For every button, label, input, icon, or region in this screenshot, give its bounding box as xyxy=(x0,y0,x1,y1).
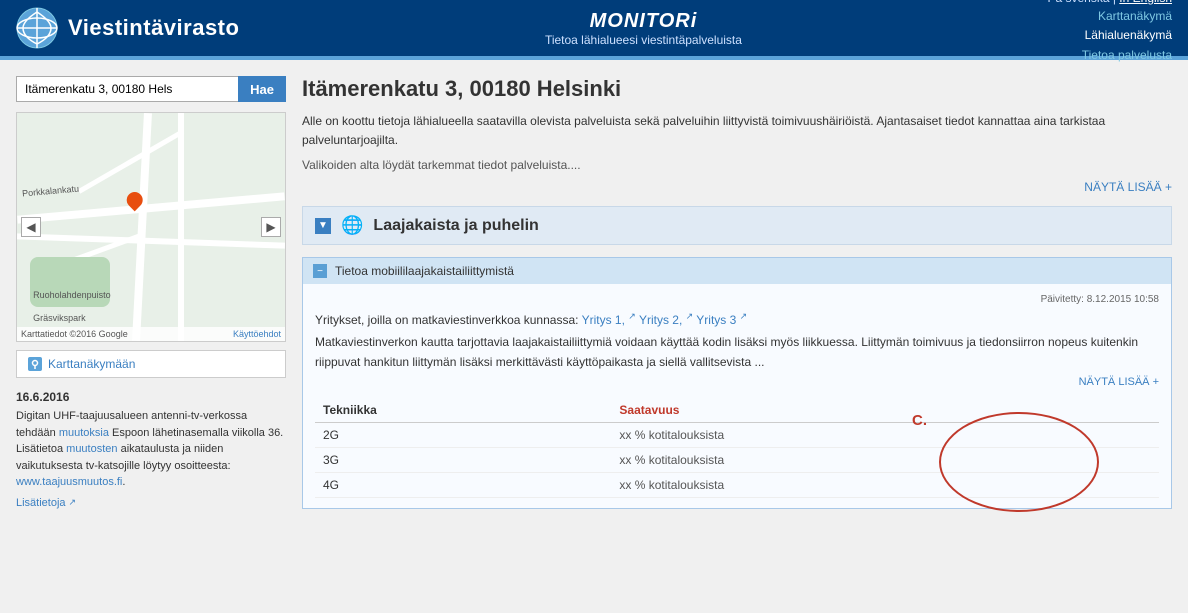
news-more-link[interactable]: Lisätietoja ↗ xyxy=(16,497,286,509)
map-arrow-left[interactable]: ◀ xyxy=(21,217,41,237)
section-toggle[interactable]: ▼ xyxy=(315,218,331,234)
header: Viestintävirasto MONITORi Tietoa lähialu… xyxy=(0,0,1188,56)
map-road xyxy=(17,193,285,224)
logo: Viestintävirasto xyxy=(16,7,239,49)
tech-3g: 3G xyxy=(315,447,539,472)
data-table: Tekniikka Saatavuus 2G xx % kotitalouksi… xyxy=(315,398,1159,498)
external-icon-1: ↗ xyxy=(628,311,636,321)
news-link-muutoksia[interactable]: muutoksia xyxy=(59,427,109,439)
subsection-header: − Tietoa mobiililaajakaistailiittymistä xyxy=(303,258,1171,284)
map-terms[interactable]: Käyttöehdot xyxy=(233,329,281,339)
news-more-text: Lisätietoja xyxy=(16,497,66,509)
logo-icon xyxy=(16,7,58,49)
language-links: På svenska | In English xyxy=(1047,0,1172,5)
external-icon-3: ↗ xyxy=(740,311,748,321)
news-link-website[interactable]: www.taajuusmuutos.fi xyxy=(16,476,122,488)
saatavuus-2g: xx % kotitalouksista xyxy=(539,422,1159,447)
page-title: Itämerenkatu 3, 00180 Helsinki xyxy=(302,76,1172,102)
table-row: 4G xx % kotitalouksista xyxy=(315,472,1159,497)
c-annotation-label: C. xyxy=(912,412,927,429)
nav-map-link[interactable]: Karttanäkymä xyxy=(1098,7,1172,26)
map-label: Ruoholahdenpuisto xyxy=(33,290,111,300)
app-subtitle: Tietoa lähialueesi viestintäpalveluista xyxy=(239,33,1047,47)
tech-2g: 2G xyxy=(315,422,539,447)
main-container: Hae Porkkalankatu Ruoholahdenpuisto Gräs… xyxy=(0,60,1188,535)
map-label: Porkkalankatu xyxy=(22,183,80,198)
col-tekniikka: Tekniikka xyxy=(315,398,539,423)
show-more-button[interactable]: NÄYTÄ LISÄÄ + xyxy=(302,180,1172,194)
external-link-icon: ↗ xyxy=(69,497,77,508)
company-link-1[interactable]: Yritys 1, ↗ xyxy=(582,313,636,327)
tech-4g: 4G xyxy=(315,472,539,497)
map-road xyxy=(178,113,184,341)
news-date: 16.6.2016 xyxy=(16,390,286,404)
map-background: Porkkalankatu Ruoholahdenpuisto Gräsviks… xyxy=(17,113,285,341)
search-button[interactable]: Hae xyxy=(238,76,286,102)
subsection-show-more[interactable]: NÄYTÄ LISÄÄ + xyxy=(315,376,1159,388)
saatavuus-3g: xx % kotitalouksista xyxy=(539,447,1159,472)
map-nav-icon xyxy=(27,356,43,372)
lang-svenska[interactable]: På svenska xyxy=(1047,0,1109,5)
table-row: 3G xx % kotitalouksista xyxy=(315,447,1159,472)
left-panel: Hae Porkkalankatu Ruoholahdenpuisto Gräs… xyxy=(16,76,286,519)
nav-local-link[interactable]: Lähialuenäkymä xyxy=(1085,26,1172,45)
logo-text: Viestintävirasto xyxy=(68,15,239,41)
search-bar: Hae xyxy=(16,76,286,102)
subsection-content: Päivitetty: 8.12.2015 10:58 Yritykset, j… xyxy=(303,284,1171,507)
map-footer: Karttatiedot ©2016 Google Käyttöehdot xyxy=(17,327,285,341)
col-saatavuus: Saatavuus xyxy=(539,398,1159,423)
subsection-toggle[interactable]: − xyxy=(313,264,327,278)
company-link-3[interactable]: Yritys 3 ↗ xyxy=(696,313,747,327)
section-title: Laajakaista ja puhelin xyxy=(373,217,538,235)
subsection: − Tietoa mobiililaajakaistailiittymistä … xyxy=(302,257,1172,508)
table-header-row: Tekniikka Saatavuus xyxy=(315,398,1159,423)
map-road xyxy=(77,129,183,193)
updated-timestamp: Päivitetty: 8.12.2015 10:58 xyxy=(315,294,1159,305)
map-nav-text: Karttanäkymään xyxy=(48,357,135,371)
search-input[interactable] xyxy=(16,76,238,102)
map-nav-link[interactable]: Karttanäkymään xyxy=(16,350,286,378)
intro-text-2: Valikoiden alta löydät tarkemmat tiedot … xyxy=(302,158,1172,172)
globe-icon: 🌐 xyxy=(341,215,363,236)
company-line: Yritykset, joilla on matkaviestinverkkoa… xyxy=(315,311,1159,327)
company-label: Yritykset, joilla on matkaviestinverkkoa… xyxy=(315,313,578,327)
map-label: Gräsvikspark xyxy=(33,313,86,323)
saatavuus-4g: xx % kotitalouksista xyxy=(539,472,1159,497)
section-header: ▼ 🌐 Laajakaista ja puhelin xyxy=(302,206,1172,245)
app-title: MONITORi xyxy=(239,10,1047,33)
subsection-description: Matkaviestinverkon kautta tarjottavia la… xyxy=(315,333,1159,371)
news-text: Digitan UHF-taajuusalueen antenni-tv-ver… xyxy=(16,408,286,491)
company-link-2[interactable]: Yritys 2, ↗ xyxy=(639,313,693,327)
intro-text-1: Alle on koottu tietoja lähialueella saat… xyxy=(302,112,1172,150)
table-wrapper: C. Tekniikka Saatavuus xyxy=(315,398,1159,498)
news-section: 16.6.2016 Digitan UHF-taajuusalueen ante… xyxy=(16,390,286,509)
external-icon-2: ↗ xyxy=(686,311,694,321)
map-road xyxy=(17,234,285,249)
table-row: 2G xx % kotitalouksista xyxy=(315,422,1159,447)
lang-english[interactable]: In English xyxy=(1119,0,1172,5)
header-right: På svenska | In English Karttanäkymä Läh… xyxy=(1047,0,1172,65)
header-center: MONITORi Tietoa lähialueesi viestintäpal… xyxy=(239,10,1047,47)
nav-info-link[interactable]: Tietoa palvelusta xyxy=(1082,46,1172,65)
map-container: Porkkalankatu Ruoholahdenpuisto Gräsviks… xyxy=(16,112,286,342)
map-arrow-right[interactable]: ▶ xyxy=(261,217,281,237)
right-panel: Itämerenkatu 3, 00180 Helsinki Alle on k… xyxy=(302,76,1172,519)
subsection-title: Tietoa mobiililaajakaistailiittymistä xyxy=(335,264,514,278)
news-link-muutosten[interactable]: muutosten xyxy=(66,443,117,455)
map-copyright: Karttatiedot ©2016 Google xyxy=(21,329,128,339)
header-nav: Karttanäkymä Lähialuenäkymä Tietoa palve… xyxy=(1047,7,1172,65)
